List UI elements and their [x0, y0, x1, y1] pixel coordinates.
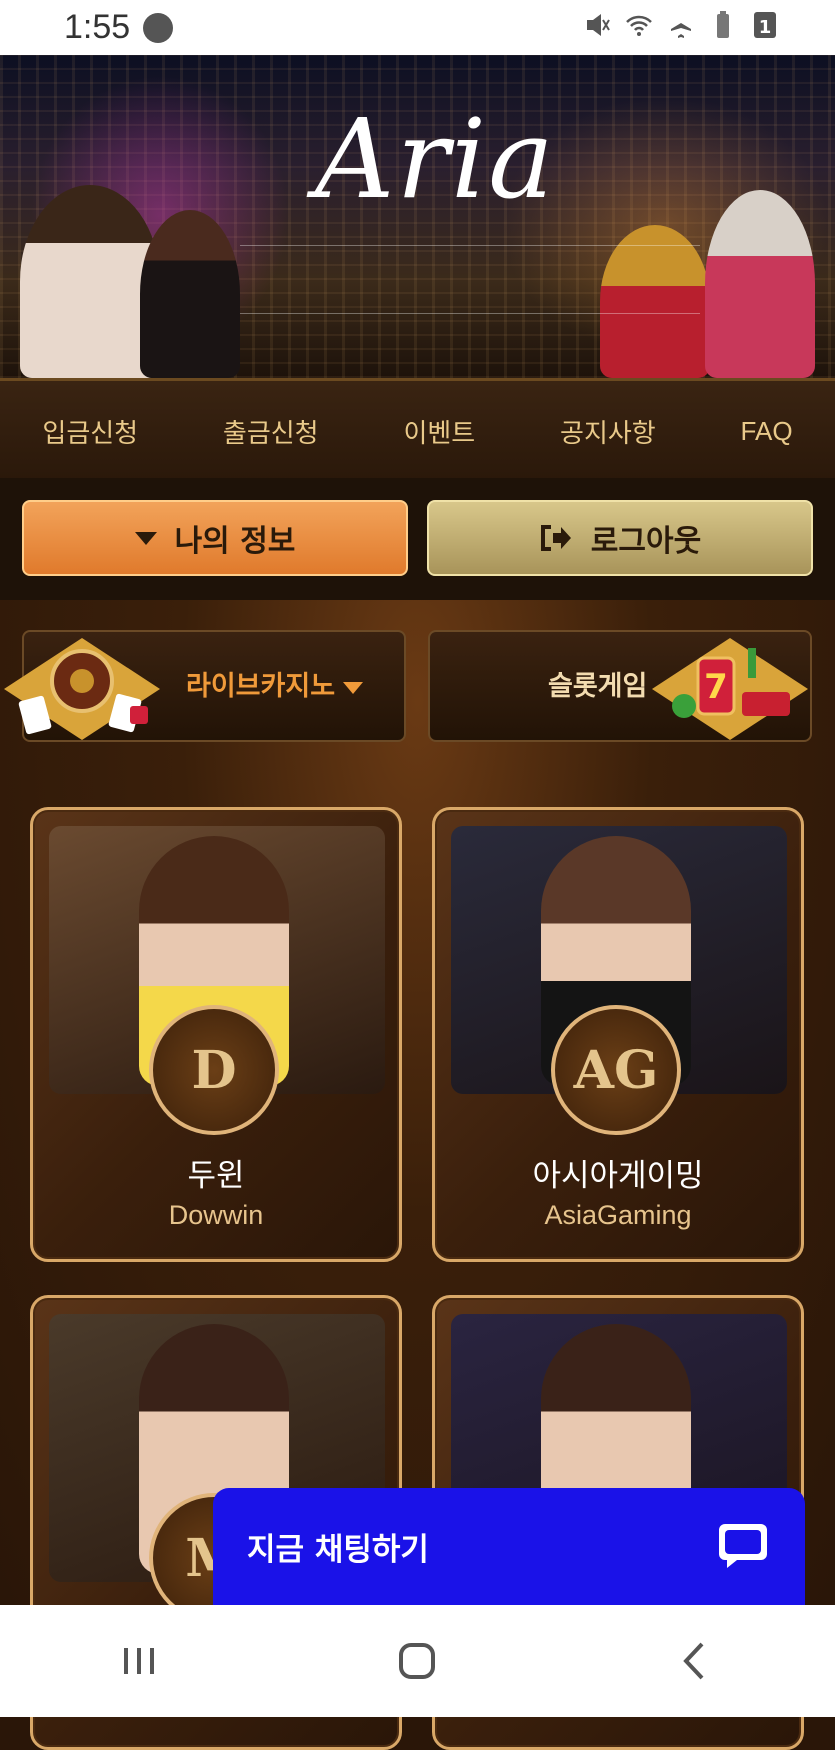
roulette-icon — [4, 638, 160, 740]
chat-label: 지금 채팅하기 — [247, 1532, 429, 1568]
provider-title: 아시아게이밍 — [532, 1158, 704, 1194]
my-info-label: 나의 정보 — [174, 524, 296, 559]
recent-apps-icon[interactable] — [114, 1636, 164, 1686]
my-info-button[interactable]: 나의 정보 — [22, 500, 408, 576]
system-nav-bar — [0, 1605, 835, 1717]
nav-faq[interactable]: FAQ — [741, 416, 793, 447]
provider-card-asiagaming[interactable]: AG 아시아게이밍 AsiaGaming — [432, 807, 804, 1262]
tab-live-casino[interactable]: 라이브카지노 — [4, 630, 406, 742]
tab-slot-games[interactable]: 슬롯게임 7 — [428, 630, 812, 742]
wifi-icon — [626, 15, 652, 36]
provider-card-dowwin[interactable]: D 두윈 Dowwin — [30, 807, 402, 1262]
home-icon[interactable] — [392, 1636, 442, 1686]
status-time: 1:55 — [64, 8, 131, 46]
main-nav: 입금신청 출금신청 이벤트 공지사항 FAQ — [0, 378, 835, 483]
provider-logo-badge: AG — [551, 1005, 681, 1135]
logout-icon — [540, 525, 571, 551]
chat-bubble-icon — [719, 1524, 767, 1568]
caret-down-icon — [343, 681, 364, 694]
slot-machine-icon: 7 — [652, 638, 808, 740]
hero-model-image — [140, 210, 240, 378]
live-casino-label: 라이브카지노 — [186, 664, 364, 703]
hero-banner[interactable]: Aria — [0, 55, 835, 378]
nav-withdraw[interactable]: 출금신청 — [223, 413, 319, 450]
sim-icon: 1 — [754, 12, 776, 38]
main-content: 라이브카지노 슬롯게임 7 D 두윈 Dowwin AG 아시아게이밍 Asia… — [0, 600, 835, 1750]
nav-notice[interactable]: 공지사항 — [560, 413, 656, 450]
provider-subtitle: AsiaGaming — [544, 1200, 692, 1230]
slot-games-label: 슬롯게임 — [548, 671, 648, 702]
site-logo[interactable]: Aria — [315, 95, 556, 223]
hero-character-image — [600, 225, 710, 378]
svg-text:7: 7 — [704, 667, 728, 707]
status-icons: 1 — [583, 10, 779, 40]
nav-event[interactable]: 이벤트 — [403, 413, 475, 450]
airplane-icon — [671, 13, 691, 38]
provider-subtitle: Dowwin — [168, 1200, 264, 1230]
hero-character-image — [705, 190, 815, 378]
back-icon[interactable] — [671, 1636, 721, 1686]
battery-icon — [717, 11, 729, 38]
status-bar: 1:55 1 — [0, 0, 835, 55]
nav-deposit[interactable]: 입금신청 — [42, 413, 138, 450]
provider-title: 두윈 — [187, 1158, 245, 1194]
logout-label: 로그아웃 — [590, 524, 702, 559]
caret-down-icon — [134, 531, 157, 545]
hero-model-image — [20, 185, 160, 378]
account-icon — [143, 13, 173, 43]
provider-logo-badge: D — [149, 1005, 279, 1135]
action-buttons: 나의 정보 로그아웃 — [0, 478, 835, 600]
chat-widget-button[interactable]: 지금 채팅하기 — [213, 1488, 805, 1605]
mute-icon — [587, 14, 610, 36]
svg-text:1: 1 — [759, 17, 772, 38]
logout-button[interactable]: 로그아웃 — [427, 500, 813, 576]
